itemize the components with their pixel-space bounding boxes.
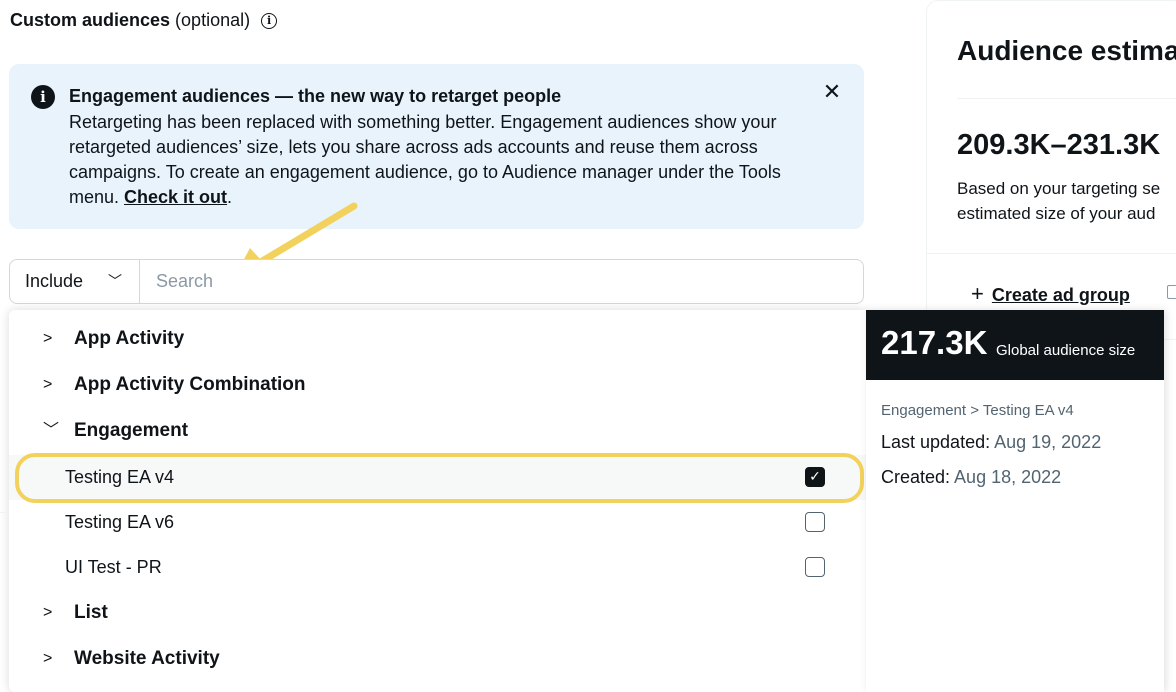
estimate-desc-line: Based on your targeting se: [957, 179, 1161, 198]
create-ad-group-button[interactable]: + Create ad group: [971, 281, 1130, 307]
check-it-out-link[interactable]: Check it out: [124, 187, 227, 207]
last-updated-label: Last updated:: [881, 432, 995, 452]
section-title-optional: (optional): [170, 10, 251, 30]
audience-detail-panel: 217.3K Global audience size Engagement >…: [866, 310, 1164, 692]
category-label: App Activity: [74, 328, 185, 349]
chevron-right-icon: >: [43, 650, 53, 667]
global-audience-size-value: 217.3K: [881, 324, 988, 361]
chevron-right-icon: >: [43, 376, 53, 393]
section-title-strong: Custom audiences: [10, 10, 171, 30]
estimate-title: Audience estima: [957, 35, 1176, 66]
category-label: App Activity Combination: [74, 374, 306, 395]
custom-audiences-heading: Custom audiences (optional) i: [10, 10, 278, 31]
last-updated: Last updated: Aug 19, 2022: [881, 432, 1101, 453]
close-icon[interactable]: ✕: [820, 80, 844, 104]
audience-estimate-card: Audience estima 209.3K–231.3K Based on y…: [926, 0, 1176, 340]
info-icon[interactable]: i: [261, 13, 278, 29]
checkbox-icon[interactable]: [805, 512, 825, 532]
include-dropdown[interactable]: Include ﹀: [10, 260, 140, 303]
divider: [0, 512, 9, 513]
search-input[interactable]: [141, 260, 861, 303]
category-website-activity[interactable]: > Website Activity: [9, 636, 866, 682]
chevron-right-icon: >: [43, 604, 53, 621]
banner-body: Retargeting has been replaced with somet…: [69, 110, 829, 210]
engagement-info-banner: i Engagement audiences — the new way to …: [9, 64, 864, 229]
last-updated-value: Aug 19, 2022: [994, 432, 1102, 452]
category-app-activity[interactable]: > App Activity: [9, 316, 866, 362]
estimate-description: Based on your targeting se estimated siz…: [957, 176, 1176, 226]
option-testing-ea-v6[interactable]: Testing EA v6: [9, 500, 866, 545]
category-label: Engagement: [74, 420, 189, 441]
plus-icon: +: [971, 281, 984, 306]
category-label: List: [74, 602, 108, 623]
category-app-activity-combination[interactable]: > App Activity Combination: [9, 362, 866, 408]
created-label: Created:: [881, 467, 955, 487]
created: Created: Aug 18, 2022: [881, 467, 1061, 488]
option-label: UI Test - PR: [65, 557, 162, 577]
option-label: Testing EA v6: [65, 512, 175, 532]
created-value: Aug 18, 2022: [954, 467, 1062, 487]
create-ad-group-label: Create ad group: [991, 285, 1130, 305]
category-engagement[interactable]: ﹀ Engagement: [9, 408, 866, 454]
category-list[interactable]: > List: [9, 590, 866, 636]
option-label: Testing EA v4: [65, 467, 175, 487]
divider: [927, 253, 1176, 254]
detail-header: 217.3K Global audience size: [866, 310, 1164, 380]
include-label: Include: [25, 271, 84, 291]
chevron-down-icon: ﹀: [43, 422, 60, 439]
detail-breadcrumb: Engagement > Testing EA v4: [881, 402, 1074, 419]
checkbox-icon[interactable]: [805, 557, 825, 577]
estimate-desc-line: estimated size of your aud: [957, 204, 1156, 223]
audience-category-list: > App Activity > App Activity Combinatio…: [9, 310, 866, 692]
global-audience-size-label: Global audience size: [996, 342, 1136, 359]
chevron-down-icon: ﹀: [108, 273, 122, 289]
option-testing-ea-v4[interactable]: Testing EA v4 ✓: [9, 455, 866, 500]
option-ui-test-pr[interactable]: UI Test - PR: [9, 545, 866, 590]
audience-filter-row: Include ﹀: [9, 259, 864, 304]
info-icon: i: [31, 85, 55, 109]
chevron-right-icon: >: [43, 330, 53, 347]
copy-icon[interactable]: [1167, 285, 1176, 299]
divider: [957, 98, 1176, 99]
estimate-range: 209.3K–231.3K: [957, 129, 1161, 161]
checkbox-checked-icon[interactable]: ✓: [805, 467, 825, 487]
banner-title: Engagement audiences — the new way to re…: [69, 86, 562, 106]
category-label: Website Activity: [74, 648, 220, 669]
